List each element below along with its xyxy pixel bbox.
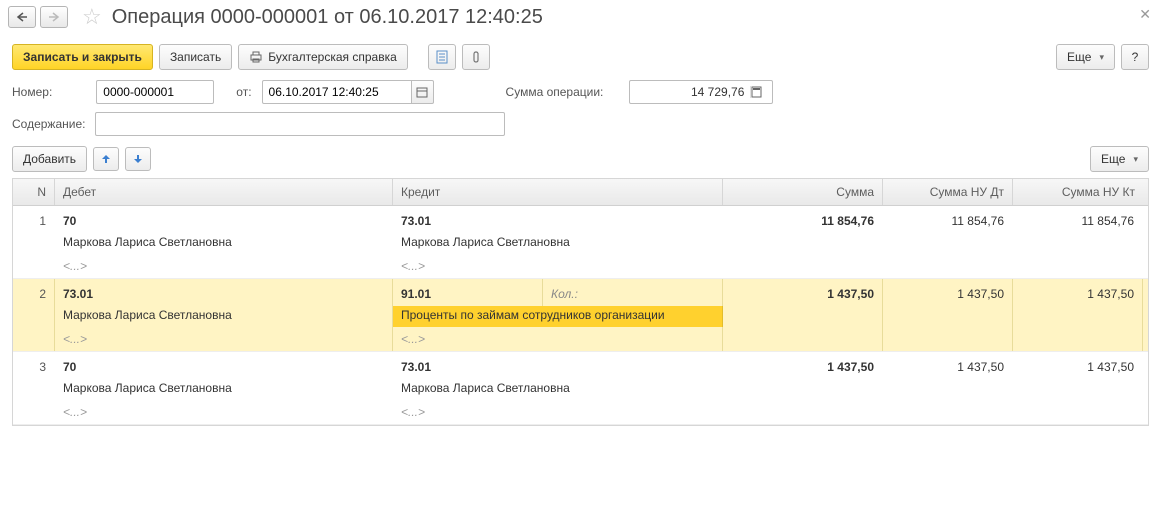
col-header-nu-dt[interactable]: Сумма НУ Дт	[883, 179, 1013, 205]
cell-debit-sub: Маркова Лариса Светлановна	[55, 233, 393, 254]
accounting-note-button[interactable]: Бухгалтерская справка	[238, 44, 408, 70]
more-button[interactable]: Еще ▾	[1056, 44, 1115, 70]
col-header-debit[interactable]: Дебет	[55, 179, 393, 205]
cell-n: 3	[13, 352, 55, 379]
entries-grid: N Дебет Кредит Сумма Сумма НУ Дт Сумма Н…	[12, 178, 1149, 426]
calculator-button[interactable]	[750, 86, 772, 98]
cell-debit-account: 70	[55, 352, 393, 379]
help-button[interactable]: ?	[1121, 44, 1149, 70]
cell-nu-kt: 11 854,76	[1013, 206, 1143, 233]
cell-nu-kt: 1 437,50	[1013, 279, 1143, 306]
sum-value: 14 729,76	[630, 85, 750, 99]
sum-label: Сумма операции:	[506, 85, 604, 99]
col-header-nu-kt[interactable]: Сумма НУ Кт	[1013, 179, 1143, 205]
cell-sum: 1 437,50	[723, 279, 883, 306]
cell-credit-sub: Маркова Лариса Светлановна	[393, 233, 723, 254]
page-title: Операция 0000-000001 от 06.10.2017 12:40…	[112, 6, 543, 29]
grid-header: N Дебет Кредит Сумма Сумма НУ Дт Сумма Н…	[13, 179, 1148, 206]
save-button[interactable]: Записать	[159, 44, 232, 70]
arrow-down-icon	[133, 153, 143, 165]
arrow-up-icon	[101, 153, 111, 165]
cell-debit-account: 73.01	[55, 279, 393, 306]
save-and-close-button[interactable]: Записать и закрыть	[12, 44, 153, 70]
table-row[interactable]: 273.0191.01Кол.:1 437,501 437,501 437,50…	[13, 279, 1148, 352]
titlebar: ☆ Операция 0000-000001 от 06.10.2017 12:…	[0, 0, 1161, 38]
cell-placeholder: <...>	[393, 254, 723, 278]
cell-credit-account: 73.01	[393, 206, 723, 233]
calculator-icon	[751, 86, 762, 98]
cell-debit-sub: Маркова Лариса Светлановна	[55, 379, 393, 400]
chevron-down-icon: ▾	[1133, 154, 1138, 165]
arrow-right-icon	[48, 12, 60, 22]
accounting-note-label: Бухгалтерская справка	[268, 50, 397, 64]
cell-placeholder: <...>	[393, 400, 723, 424]
grid-body: 17073.0111 854,7611 854,7611 854,76Марко…	[13, 206, 1148, 425]
content-label: Содержание:	[12, 117, 85, 131]
cell-qty-placeholder: Кол.:	[543, 279, 586, 306]
content-input[interactable]	[95, 112, 505, 136]
cell-placeholder: <...>	[55, 327, 393, 351]
document-icon-button[interactable]	[428, 44, 456, 70]
close-button[interactable]: ✕	[1139, 6, 1151, 23]
calendar-icon	[416, 86, 428, 98]
col-header-credit[interactable]: Кредит	[393, 179, 723, 205]
col-header-sum[interactable]: Сумма	[723, 179, 883, 205]
more-label: Еще	[1067, 50, 1091, 64]
cell-nu-dt: 1 437,50	[883, 279, 1013, 306]
main-toolbar: Записать и закрыть Записать Бухгалтерска…	[0, 38, 1161, 76]
nav-back-button[interactable]	[8, 6, 36, 28]
document-icon	[436, 50, 448, 64]
chevron-down-icon: ▾	[1099, 52, 1104, 63]
cell-nu-kt: 1 437,50	[1013, 352, 1143, 379]
cell-nu-dt: 1 437,50	[883, 352, 1013, 379]
move-up-button[interactable]	[93, 147, 119, 171]
cell-credit-sub: Маркова Лариса Светлановна	[393, 379, 723, 400]
table-row[interactable]: 37073.011 437,501 437,501 437,50Маркова …	[13, 352, 1148, 425]
add-row-button[interactable]: Добавить	[12, 146, 87, 172]
cell-credit-account: 91.01	[393, 279, 543, 306]
paperclip-icon	[471, 50, 481, 64]
cell-placeholder: <...>	[55, 254, 393, 278]
number-label: Номер:	[12, 85, 52, 99]
cell-credit-account: 73.01	[393, 352, 723, 379]
cell-sum: 11 854,76	[723, 206, 883, 233]
cell-debit-account: 70	[55, 206, 393, 233]
table-row[interactable]: 17073.0111 854,7611 854,7611 854,76Марко…	[13, 206, 1148, 279]
cell-debit-sub: Маркова Лариса Светлановна	[55, 306, 393, 327]
favorite-star-icon[interactable]: ☆	[82, 4, 102, 30]
sum-box: 14 729,76	[629, 80, 773, 104]
form-row-number: Номер: от: Сумма операции: 14 729,76	[0, 76, 1161, 108]
cell-n: 1	[13, 206, 55, 233]
col-header-n[interactable]: N	[13, 179, 55, 205]
grid-toolbar: Добавить Еще ▾	[0, 140, 1161, 178]
cell-n: 2	[13, 279, 55, 306]
attachment-button[interactable]	[462, 44, 490, 70]
grid-more-label: Еще	[1101, 152, 1125, 166]
arrow-left-icon	[16, 12, 28, 22]
cell-nu-dt: 11 854,76	[883, 206, 1013, 233]
calendar-button[interactable]	[412, 80, 434, 104]
cell-placeholder: <...>	[55, 400, 393, 424]
grid-more-button[interactable]: Еще ▾	[1090, 146, 1149, 172]
cell-placeholder: <...>	[393, 327, 723, 351]
from-label: от:	[236, 85, 251, 99]
form-row-content: Содержание:	[0, 108, 1161, 140]
cell-credit-sub: Проценты по займам сотрудников организац…	[393, 306, 723, 327]
move-down-button[interactable]	[125, 147, 151, 171]
nav-forward-button[interactable]	[40, 6, 68, 28]
date-input[interactable]	[262, 80, 412, 104]
number-input[interactable]	[96, 80, 214, 104]
printer-icon	[249, 50, 263, 64]
cell-sum: 1 437,50	[723, 352, 883, 379]
